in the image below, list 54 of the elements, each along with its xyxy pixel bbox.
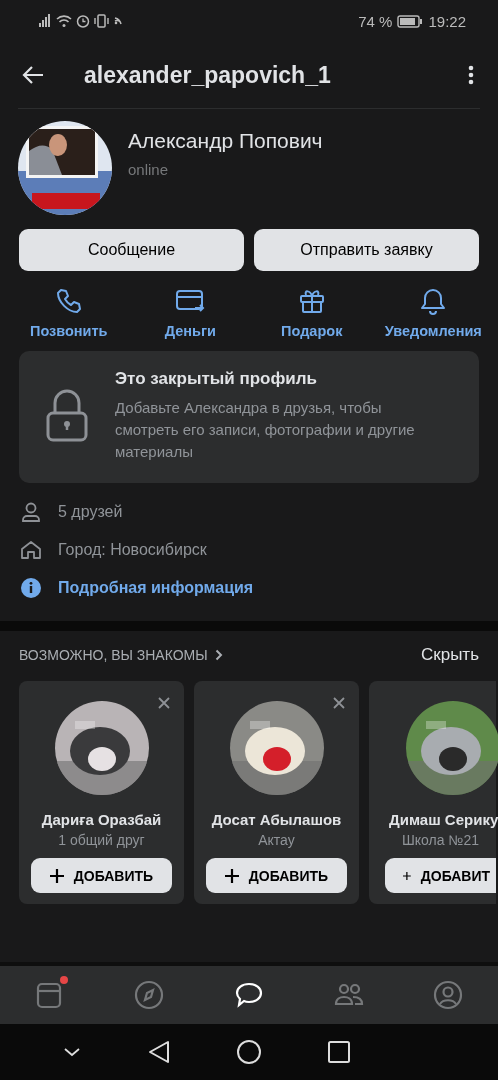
chevron-down-icon[interactable] — [63, 1047, 82, 1057]
add-friend-button[interactable]: ДОБАВИТЬ — [31, 858, 172, 893]
plus-icon — [49, 868, 64, 883]
person-name[interactable]: Димаш Серику — [389, 811, 498, 828]
gift-icon[interactable] — [297, 287, 326, 315]
compass-icon[interactable] — [134, 980, 165, 1010]
back-icon[interactable] — [148, 1040, 171, 1064]
lock-icon — [45, 389, 89, 443]
section-title[interactable]: ВОЗМОЖНО, ВЫ ЗНАКОМЫ — [19, 647, 208, 663]
more-icon[interactable] — [468, 65, 474, 85]
private-profile-text: Добавьте Александра в друзья, чтобы смотреть его записи, фотографии и другие материалы — [115, 398, 416, 462]
battery-percent: 74 % — [358, 12, 393, 30]
home-icon[interactable] — [237, 1040, 261, 1064]
chevron-icon[interactable] — [214, 649, 223, 661]
signal-icon — [38, 13, 52, 29]
info-text: 5 друзей — [58, 503, 123, 521]
message-button[interactable]: Сообщение — [19, 229, 244, 271]
action-label[interactable]: Деньги — [164, 323, 216, 339]
recents-icon[interactable] — [327, 1041, 350, 1063]
online-status: online — [128, 160, 170, 178]
add-friend-button[interactable]: ДОБАВИТЬ — [206, 858, 347, 893]
profile-name: Александр Попович — [128, 128, 323, 153]
person-icon — [20, 501, 42, 523]
info-icon — [20, 577, 42, 599]
person-name[interactable]: Дариға Оразбай — [41, 811, 162, 828]
back-icon[interactable] — [22, 66, 44, 84]
cast-icon — [114, 16, 124, 26]
plus-icon — [224, 868, 239, 883]
home-icon — [20, 539, 42, 561]
wifi-icon — [56, 13, 72, 29]
info-text: Город: Новосибирск — [58, 541, 207, 559]
close-icon[interactable] — [158, 697, 170, 709]
chat-icon[interactable] — [234, 980, 264, 1010]
action-label[interactable]: Подарок — [281, 323, 343, 339]
phone-icon[interactable] — [54, 287, 83, 315]
hide-link[interactable]: Скрыть — [420, 645, 479, 665]
profile-icon[interactable] — [433, 980, 464, 1010]
vibrate-icon — [94, 13, 110, 29]
person-name[interactable]: Досат Абылашов — [211, 811, 342, 828]
bell-icon[interactable] — [419, 287, 448, 315]
action-label[interactable]: Позвонить — [29, 323, 108, 339]
add-friend-button[interactable]: ДОБАВИТ — [385, 858, 496, 893]
action-label[interactable]: Уведомления — [384, 323, 482, 339]
friend-request-button[interactable]: Отправить заявку — [254, 229, 479, 271]
battery-icon — [397, 14, 424, 28]
person-subtitle: 1 общий друг — [58, 832, 145, 848]
close-icon[interactable] — [333, 697, 345, 709]
alarm-icon — [76, 13, 90, 29]
clock: 19:22 — [428, 12, 466, 30]
private-profile-title: Это закрытый профиль — [115, 369, 319, 389]
screen-title: alexander_papovich_1 — [84, 61, 332, 89]
person-subtitle: Школа №21 — [402, 832, 480, 848]
person-subtitle: Актау — [258, 832, 295, 848]
details-link[interactable]: Подробная информация — [58, 579, 254, 597]
